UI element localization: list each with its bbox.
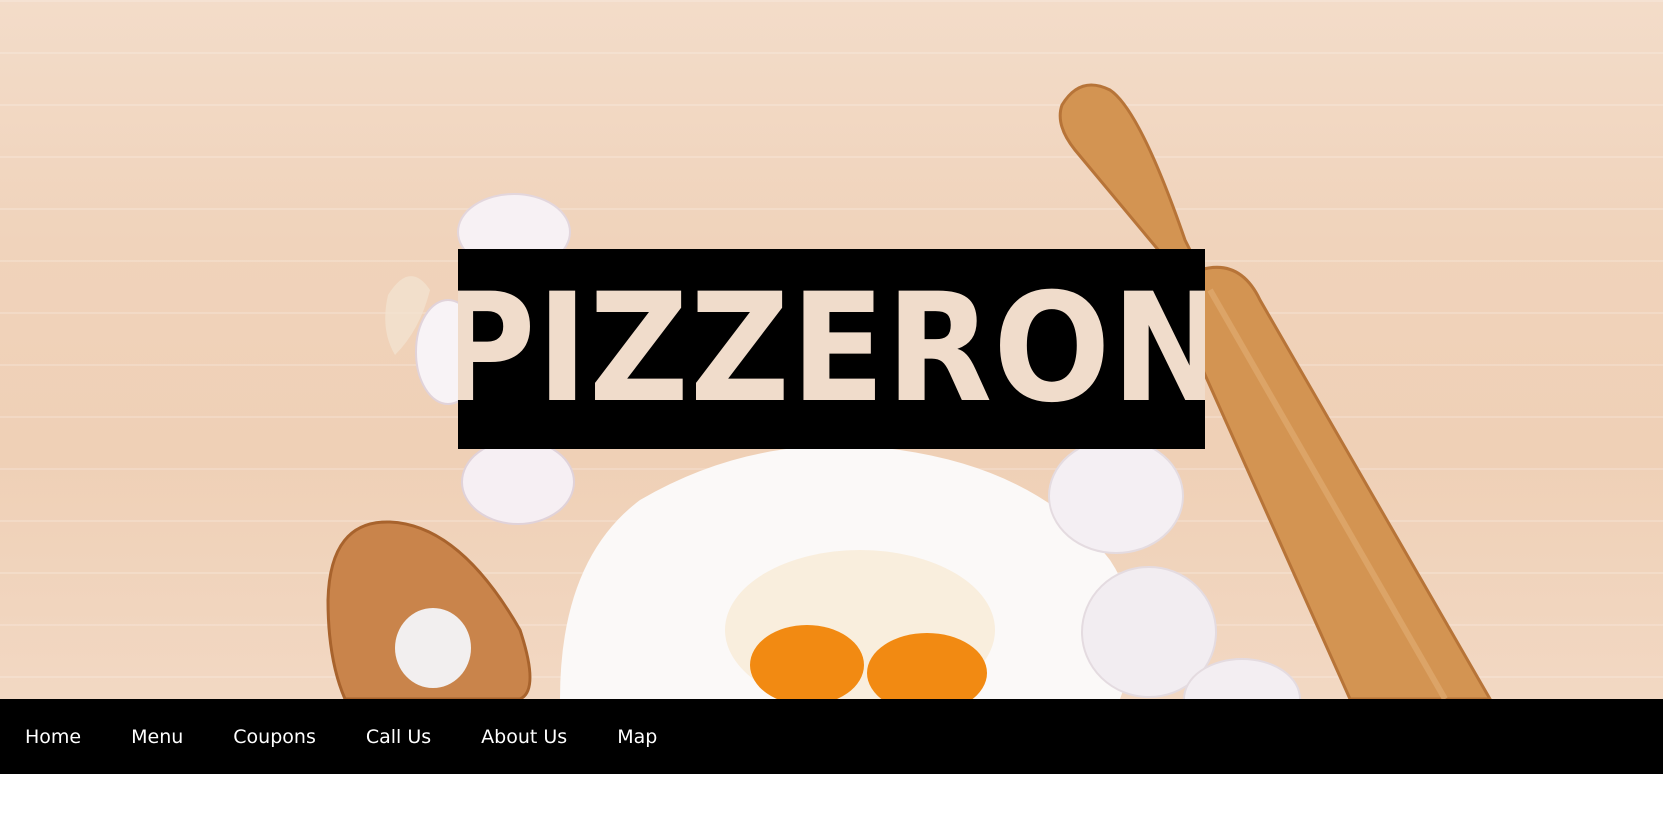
nav-menu-link[interactable]: Menu bbox=[131, 726, 183, 748]
logo-box: PIZZERON bbox=[458, 249, 1205, 449]
nav-home-link[interactable]: Home bbox=[25, 726, 81, 748]
main-nav: Home Menu Coupons Call Us About Us Map bbox=[0, 699, 1663, 774]
nav-coupons-link[interactable]: Coupons bbox=[233, 726, 316, 748]
nav-call-us-link[interactable]: Call Us bbox=[366, 726, 431, 748]
site-logo-text: PIZZERON bbox=[458, 262, 1205, 436]
nav-about-us-link[interactable]: About Us bbox=[481, 726, 567, 748]
nav-map-link[interactable]: Map bbox=[617, 726, 657, 748]
page: PIZZERON Home Menu Coupons Call Us About… bbox=[0, 0, 1663, 838]
hero-banner: PIZZERON bbox=[0, 0, 1663, 699]
